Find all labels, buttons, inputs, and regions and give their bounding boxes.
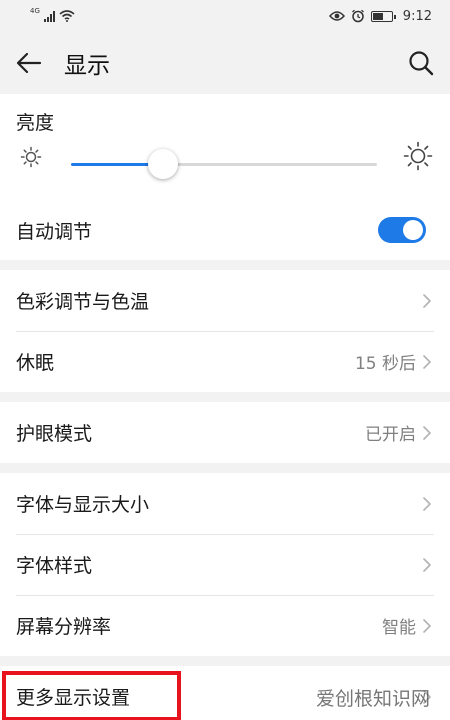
settings-row[interactable]: 字体样式 (0, 534, 450, 595)
auto-brightness-row[interactable]: 自动调节 (0, 200, 450, 260)
settings-row[interactable]: 色彩调节与色温 (0, 270, 450, 331)
settings-row-value: 15 秒后 (354, 354, 416, 374)
network-type: 4G (30, 7, 40, 15)
status-right: 9:12 (328, 8, 432, 24)
status-left: 4G (30, 7, 75, 22)
arrow-left-icon (16, 52, 42, 74)
search-icon (409, 51, 434, 76)
wifi-icon (59, 10, 75, 22)
group-gap (0, 260, 450, 270)
settings-row[interactable]: 屏幕分辨率 智能 (0, 595, 450, 656)
settings-group: 色彩调节与色温 休眠 15 秒后 (0, 270, 450, 392)
brightness-label: 亮度 (16, 112, 55, 134)
settings-group: 更多显示设置 (0, 666, 450, 720)
back-button[interactable] (14, 48, 44, 78)
settings-row-value: 已开启 (365, 425, 416, 445)
eye-icon (328, 11, 345, 21)
group-gap (0, 656, 450, 666)
chevron-right-icon (422, 689, 432, 705)
brightness-card: 亮度 自动调节 (0, 94, 450, 260)
settings-row-label: 护眼模式 (16, 423, 93, 445)
brightness-slider[interactable] (71, 149, 377, 179)
sun-large-icon (403, 141, 433, 171)
settings-row[interactable]: 字体与显示大小 (0, 473, 450, 534)
settings-groups: 色彩调节与色温 休眠 15 秒后护眼模式 已开启字体与显示大小 字体样式屏幕分辨率 智能更… (0, 260, 450, 720)
chevron-right-icon (422, 618, 432, 634)
settings-row[interactable]: 更多显示设置 (0, 666, 450, 720)
settings-row-label: 色彩调节与色温 (16, 291, 150, 313)
chevron-right-icon (422, 496, 432, 512)
alarm-icon (351, 9, 364, 23)
status-time: 9:12 (402, 8, 432, 24)
brightness-slider-thumb[interactable] (147, 149, 178, 179)
settings-row-label: 休眠 (16, 352, 55, 374)
status-bar: 4G 9:12 (0, 0, 450, 32)
group-gap (0, 392, 450, 402)
battery-icon (370, 10, 396, 22)
auto-brightness-toggle[interactable] (378, 217, 426, 243)
signal-icon (43, 10, 55, 22)
page-title: 显示 (64, 53, 110, 79)
chevron-right-icon (422, 354, 432, 370)
app-bar: 显示 (0, 32, 450, 94)
chevron-right-icon (422, 425, 432, 441)
settings-row[interactable]: 护眼模式 已开启 (0, 402, 450, 463)
settings-row[interactable]: 休眠 15 秒后 (0, 331, 450, 392)
sun-small-icon (20, 146, 42, 168)
settings-row-label: 更多显示设置 (16, 687, 131, 709)
settings-row-label: 屏幕分辨率 (16, 616, 112, 638)
settings-row-label: 字体样式 (16, 555, 93, 577)
settings-group: 护眼模式 已开启 (0, 402, 450, 463)
chevron-right-icon (422, 293, 432, 309)
auto-brightness-label: 自动调节 (16, 220, 93, 243)
settings-group: 字体与显示大小 字体样式屏幕分辨率 智能 (0, 473, 450, 656)
settings-row-label: 字体与显示大小 (16, 494, 150, 516)
search-button[interactable] (406, 48, 436, 78)
settings-row-value: 智能 (382, 618, 416, 638)
group-gap (0, 463, 450, 473)
chevron-right-icon (422, 557, 432, 573)
